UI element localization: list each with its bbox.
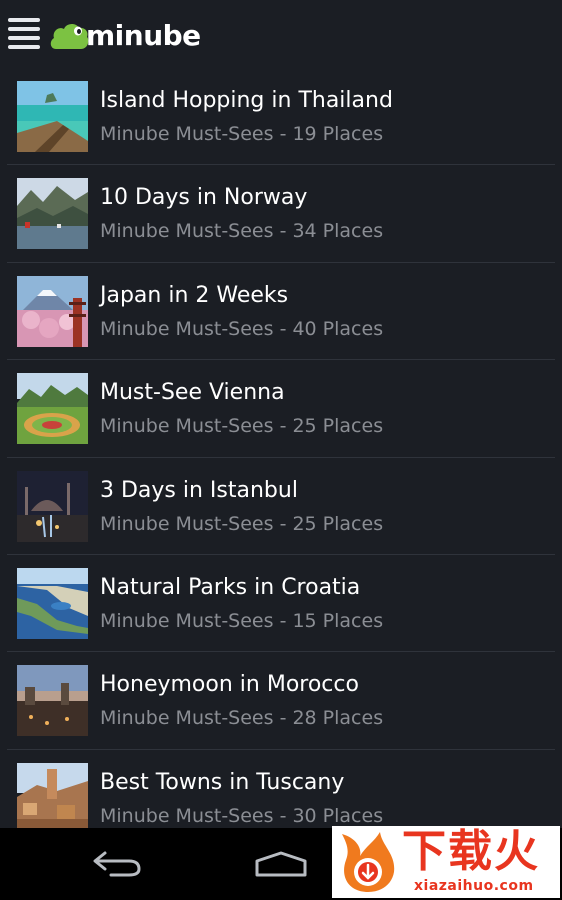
- item-title: Island Hopping in Thailand: [100, 88, 393, 113]
- back-arrow-icon[interactable]: [67, 828, 167, 900]
- action-bar: minube: [0, 0, 562, 72]
- list-item[interactable]: Honeymoon in Morocco Minube Must-Sees - …: [7, 652, 555, 750]
- list-item[interactable]: 3 Days in Istanbul Minube Must-Sees - 25…: [7, 458, 555, 555]
- home-icon[interactable]: [231, 828, 331, 900]
- watermark-title: 下载火: [402, 826, 540, 877]
- item-subtitle: Minube Must-Sees - 40 Places: [100, 317, 384, 340]
- item-subtitle: Minube Must-Sees - 28 Places: [100, 707, 384, 730]
- item-title: 10 Days in Norway: [100, 185, 308, 211]
- item-subtitle: Minube Must-Sees - 25 Places: [100, 415, 384, 438]
- list-item[interactable]: Must-See Vienna Minube Must-Sees - 25 Pl…: [7, 360, 555, 458]
- item-title: Must-See Vienna: [100, 380, 285, 406]
- thumbnail-croatia: [17, 567, 88, 639]
- flame-logo-icon: [342, 832, 395, 892]
- item-title: 3 Days in Istanbul: [100, 477, 298, 503]
- list-item[interactable]: Japan in 2 Weeks Minube Must-Sees - 40 P…: [7, 263, 555, 361]
- item-title: Natural Parks in Croatia: [100, 574, 361, 600]
- item-title: Honeymoon in Morocco: [100, 672, 359, 698]
- thumbnail-istanbul: [17, 470, 88, 542]
- item-title: Best Towns in Tuscany: [100, 769, 345, 795]
- hamburger-menu-icon[interactable]: [6, 16, 42, 54]
- minube-cloud-logo-icon: [50, 23, 89, 49]
- item-subtitle: Minube Must-Sees - 30 Places: [100, 804, 384, 827]
- thumbnail-morocco: [17, 665, 88, 737]
- thumbnail-norway: [17, 178, 88, 250]
- item-title: Japan in 2 Weeks: [100, 282, 289, 308]
- item-subtitle: Minube Must-Sees - 15 Places: [100, 609, 384, 632]
- thumbnail-tuscany: [17, 762, 88, 834]
- thumbnail-thailand: [17, 81, 88, 152]
- thumbnail-vienna: [17, 373, 88, 445]
- thumbnail-japan: [17, 275, 88, 347]
- item-subtitle: Minube Must-Sees - 34 Places: [100, 220, 384, 243]
- app-logo[interactable]: minube: [48, 14, 201, 58]
- item-subtitle: Minube Must-Sees - 25 Places: [100, 512, 384, 535]
- watermark-badge: 下载火 xiazaihuo.com: [332, 826, 560, 898]
- app-screen: minube Island Hopping in Thailand Minube…: [0, 0, 562, 900]
- destination-list: Island Hopping in Thailand Minube Must-S…: [0, 68, 562, 847]
- list-item[interactable]: Natural Parks in Croatia Minube Must-See…: [7, 555, 555, 653]
- list-item[interactable]: 10 Days in Norway Minube Must-Sees - 34 …: [7, 165, 555, 263]
- list-item[interactable]: Island Hopping in Thailand Minube Must-S…: [7, 68, 555, 166]
- app-logo-text: minube: [86, 19, 201, 52]
- item-subtitle: Minube Must-Sees - 19 Places: [100, 123, 384, 145]
- watermark-domain: xiazaihuo.com: [414, 878, 534, 894]
